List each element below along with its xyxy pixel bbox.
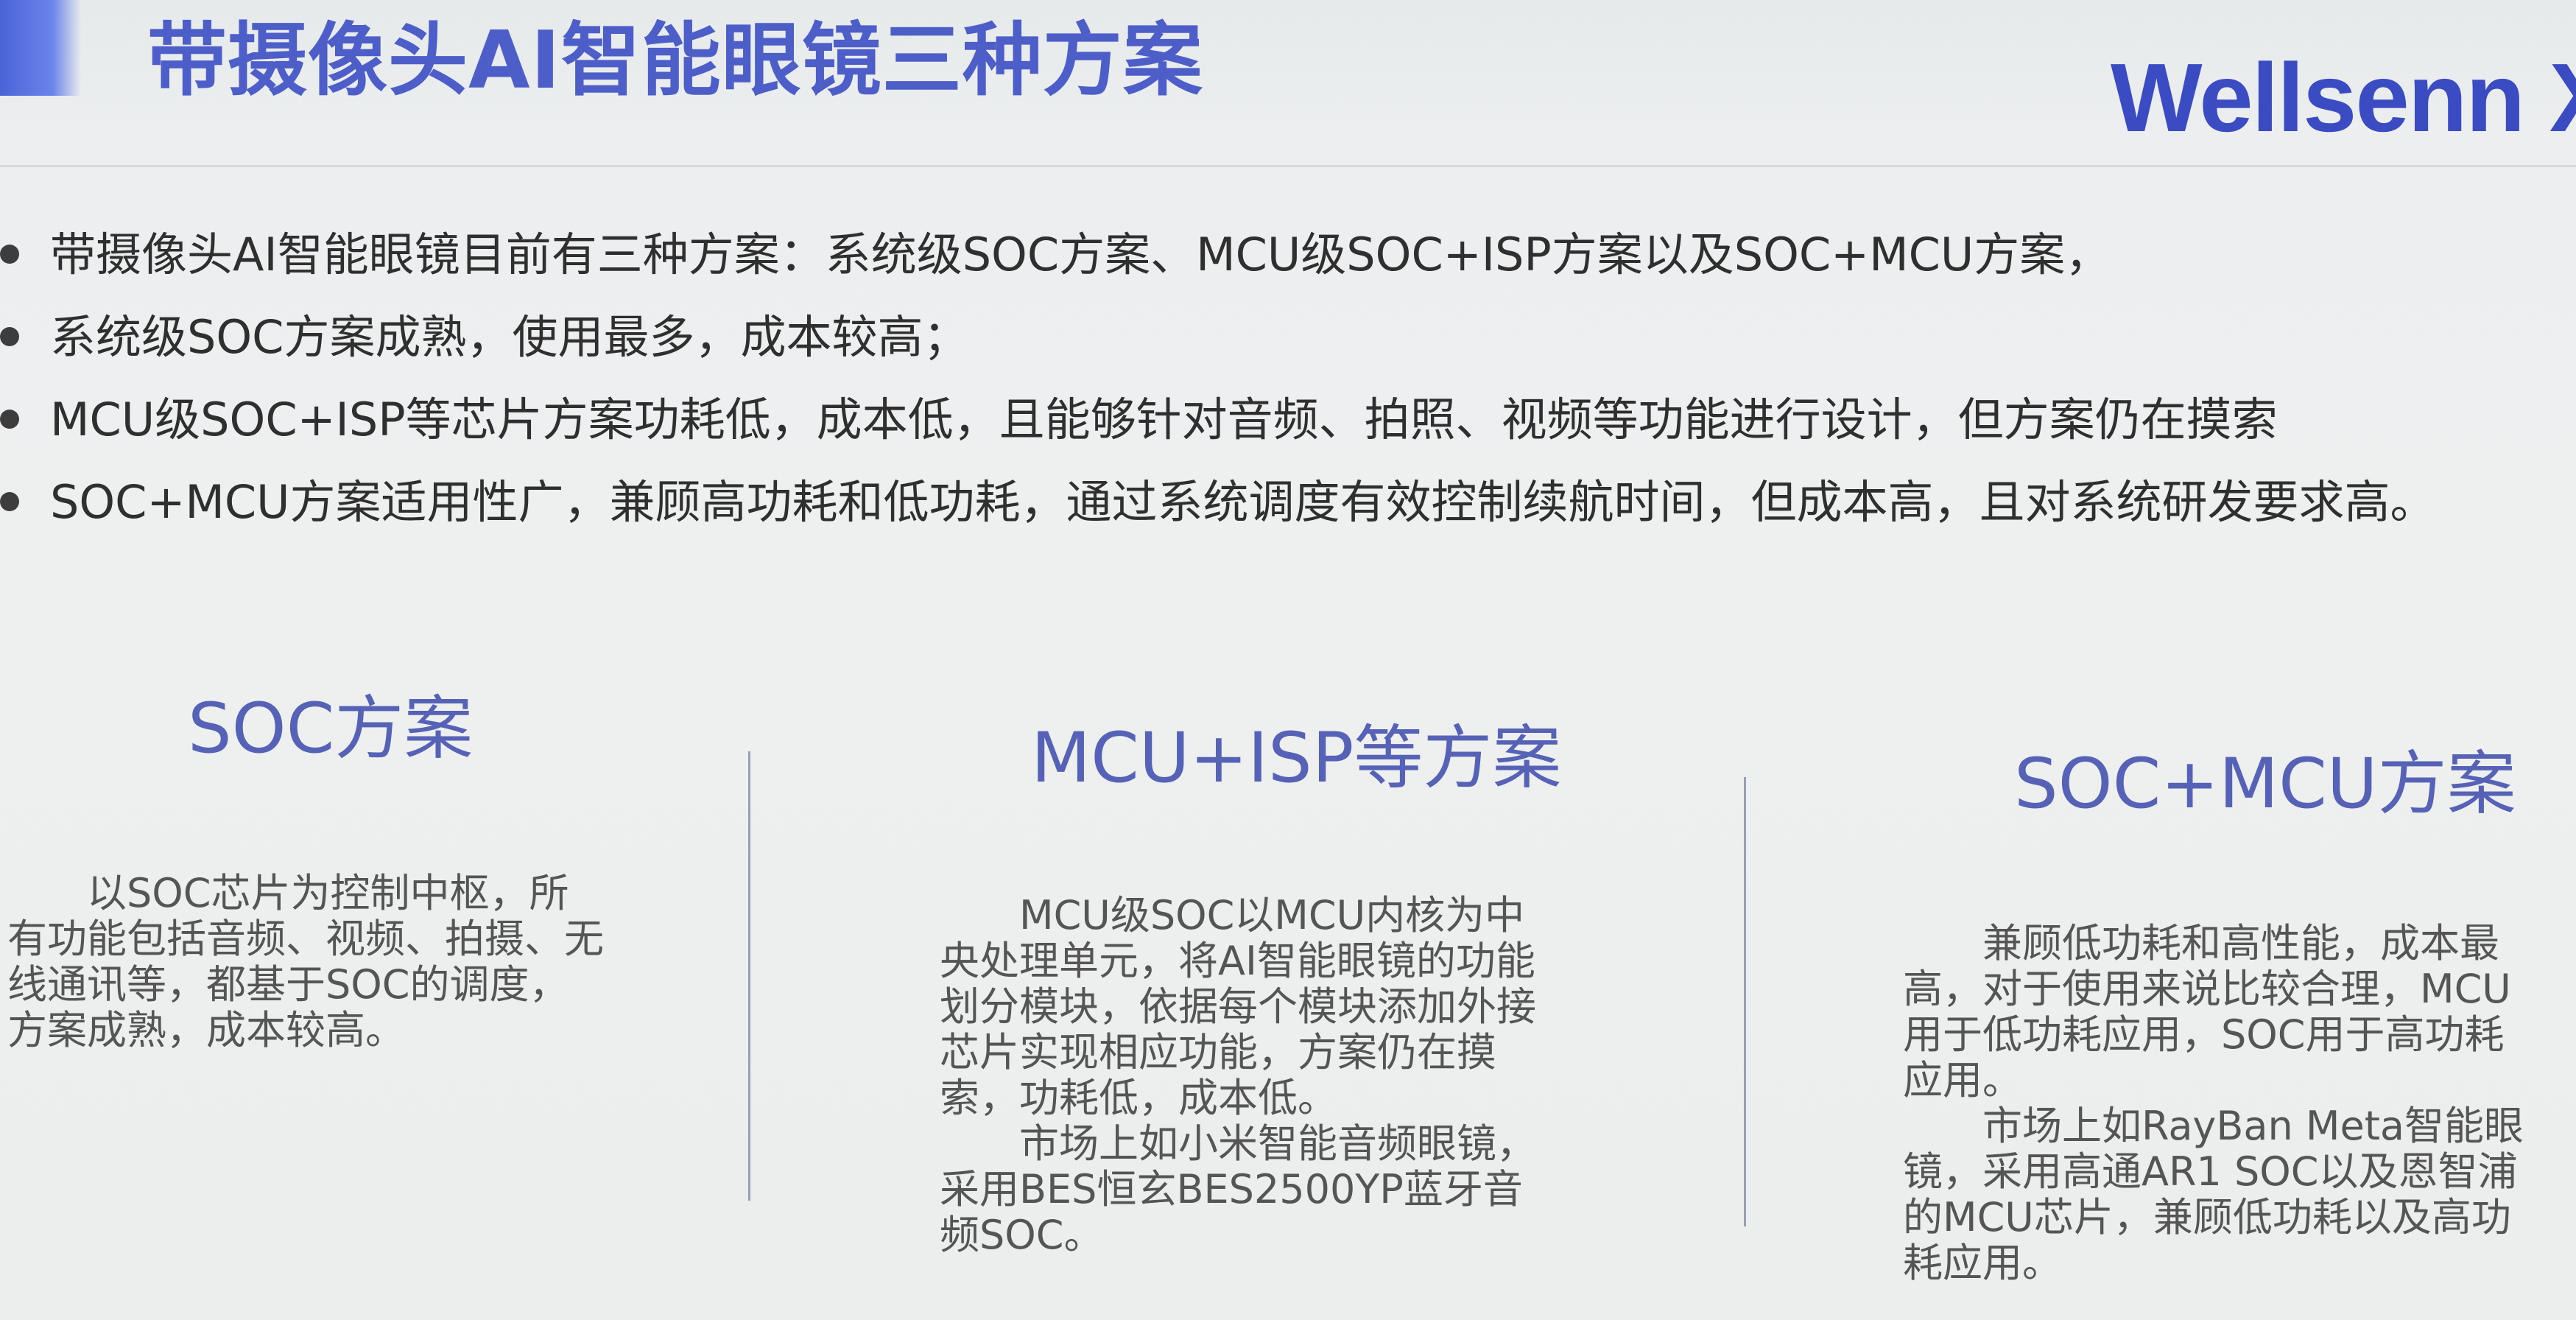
- soc-mcu-column-paragraph: 市场上如RayBan Meta智能眼镜，采用高通AR1 SOC以及恩智浦的MCU…: [1903, 1103, 2524, 1286]
- bullet-dot-icon: [0, 410, 19, 429]
- bullet-item: 系统级SOC方案成熟，使用最多，成本较高；: [0, 296, 2436, 379]
- bullet-dot-icon: [0, 245, 19, 264]
- soc-mcu-column-heading: SOC+MCU方案: [2014, 744, 2516, 824]
- header-accent-bar: [0, 0, 81, 96]
- bullet-dot-icon: [0, 492, 19, 511]
- soc-column-heading: SOC方案: [188, 689, 474, 769]
- column-divider: [1744, 777, 1746, 1226]
- mcu-isp-column-paragraph: 市场上如小米智能音频眼镜，采用BES恒玄BES2500YP蓝牙音频SOC。: [940, 1120, 1536, 1258]
- bullet-text: 系统级SOC方案成熟，使用最多，成本较高；: [50, 310, 969, 364]
- column-divider: [748, 751, 750, 1201]
- mcu-isp-column-heading: MCU+ISP等方案: [1031, 718, 1562, 798]
- bullet-text: 带摄像头AI智能眼镜目前有三种方案：系统级SOC方案、MCU级SOC+ISP方案…: [50, 228, 2111, 281]
- bullet-dot-icon: [0, 327, 19, 346]
- soc-column-paragraph: 以SOC芯片为控制中枢，所有功能包括音频、视频、拍摄、无线通讯等，都基于SOC的…: [7, 870, 604, 1053]
- slide-title: 带摄像头AI智能眼镜三种方案: [147, 15, 1203, 107]
- soc-column-body: 以SOC芯片为控制中枢，所有功能包括音频、视频、拍摄、无线通讯等，都基于SOC的…: [7, 871, 604, 1053]
- bullet-text: MCU级SOC+ISP等芯片方案功耗低，成本低，且能够针对音频、拍照、视频等功能…: [50, 393, 2278, 446]
- mcu-isp-column-body: MCU级SOC以MCU内核为中央处理单元，将AI智能眼镜的功能划分模块，依据每个…: [940, 893, 1558, 1258]
- soc-mcu-column-body: 兼顾低功耗和高性能，成本最高，对于使用来说比较合理，MCU用于低功耗应用，SOC…: [1903, 921, 2536, 1286]
- bullet-item: SOC+MCU方案适用性广，兼顾高功耗和低功耗，通过系统调度有效控制续航时间，但…: [0, 461, 2436, 544]
- mcu-isp-column-paragraph: MCU级SOC以MCU内核为中央处理单元，将AI智能眼镜的功能划分模块，依据每个…: [940, 892, 1536, 1121]
- summary-bullet-list: 带摄像头AI智能眼镜目前有三种方案：系统级SOC方案、MCU级SOC+ISP方案…: [0, 214, 2436, 544]
- brand-logo: Wellsenn X: [2111, 43, 2576, 152]
- header-divider: [0, 165, 2576, 167]
- bullet-text: SOC+MCU方案适用性广，兼顾高功耗和低功耗，通过系统调度有效控制续航时间，但…: [50, 475, 2436, 529]
- bullet-item: 带摄像头AI智能眼镜目前有三种方案：系统级SOC方案、MCU级SOC+ISP方案…: [0, 214, 2436, 296]
- soc-mcu-column-paragraph: 兼顾低功耗和高性能，成本最高，对于使用来说比较合理，MCU用于低功耗应用，SOC…: [1903, 920, 2511, 1103]
- bullet-item: MCU级SOC+ISP等芯片方案功耗低，成本低，且能够针对音频、拍照、视频等功能…: [0, 379, 2436, 461]
